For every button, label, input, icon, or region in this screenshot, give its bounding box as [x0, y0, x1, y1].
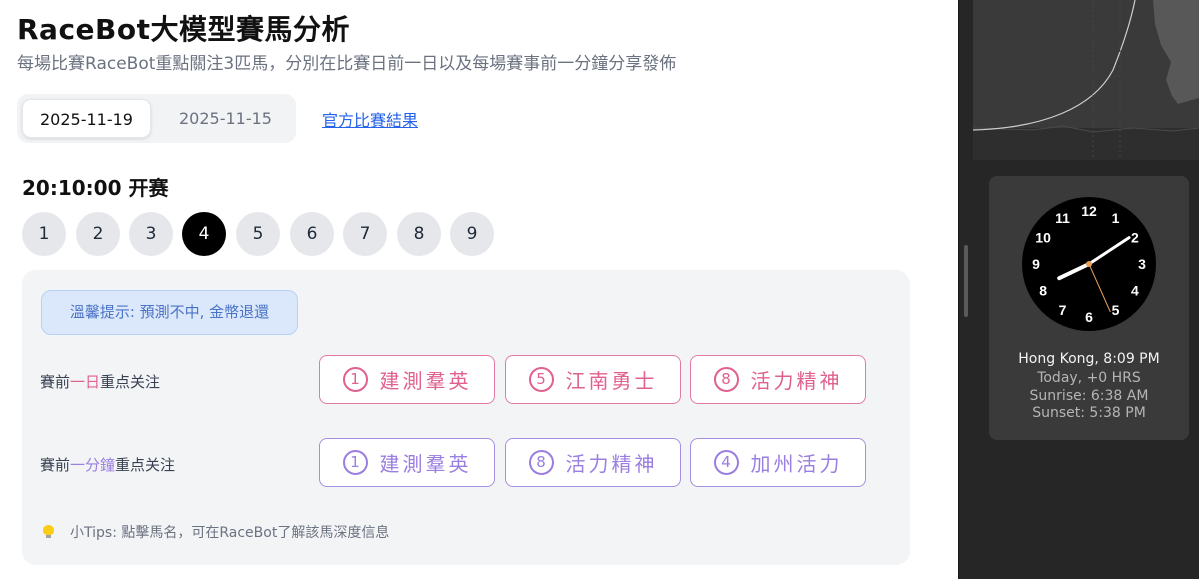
day-before-pick-2[interactable]: 5 江南勇士: [505, 355, 681, 404]
race-button-9[interactable]: 9: [450, 212, 494, 256]
analysis-panel: 溫馨提示: 預測不中, 金幣退還 賽前一日重点关注 1 建測羣英 5 江南勇士 …: [22, 270, 910, 565]
horse-name: 加州活力: [750, 452, 843, 476]
page-title: RaceBot大模型賽馬分析: [17, 13, 351, 46]
race-button-5[interactable]: 5: [236, 212, 280, 256]
world-map-graphic: [973, 0, 1199, 160]
horse-number-badge: 8: [528, 450, 554, 475]
clock-numeral: 4: [1131, 283, 1139, 299]
clock-center-dot: [1086, 261, 1092, 267]
day-before-label-highlight: 一日: [70, 373, 101, 391]
clock-city-time: Hong Kong, 8:09 PM: [1018, 351, 1160, 367]
clock-numeral: 11: [1055, 210, 1070, 226]
race-button-3[interactable]: 3: [129, 212, 173, 256]
clock-numeral: 9: [1032, 256, 1040, 272]
clock-numeral: 3: [1138, 256, 1146, 272]
lightbulb-icon: [42, 525, 54, 539]
clock-offset: Today, +0 HRS: [1037, 370, 1141, 386]
clock-sunrise: Sunrise: 6:38 AM: [1029, 388, 1149, 404]
horse-number-badge: 1: [342, 450, 368, 475]
clock-numeral: 6: [1085, 309, 1093, 325]
page-subtitle: 每場比賽RaceBot重點關注3匹馬，分別在比賽日前一日以及每場賽事前一分鐘分享…: [17, 54, 677, 74]
race-button-1[interactable]: 1: [22, 212, 66, 256]
scrollbar-handle[interactable]: [964, 245, 968, 317]
clock-numeral: 1: [1112, 210, 1120, 226]
horse-name: 活力精神: [750, 369, 843, 393]
horse-number-badge: 4: [713, 450, 739, 475]
race-button-2[interactable]: 2: [76, 212, 120, 256]
tips-text: 小Tips: 點擊馬名，可在RaceBot了解該馬深度信息: [70, 525, 390, 541]
tips-row: 小Tips: 點擊馬名，可在RaceBot了解該馬深度信息: [42, 522, 389, 542]
horse-name: 江南勇士: [565, 369, 658, 393]
day-before-pick-3[interactable]: 8 活力精神: [690, 355, 866, 404]
race-button-6[interactable]: 6: [290, 212, 334, 256]
race-start-time: 20:10:00 开赛: [22, 176, 169, 200]
horse-number-badge: 5: [528, 367, 554, 392]
clock-numeral: 10: [1035, 230, 1051, 246]
horse-name: 活力精神: [565, 452, 658, 476]
minute-before-pick-1[interactable]: 1 建測羣英: [319, 438, 495, 487]
clock-numeral: 5: [1112, 302, 1120, 318]
analog-clock-icon: 12 12 3 45 6 78 9 1011: [1022, 197, 1156, 331]
race-button-7[interactable]: 7: [343, 212, 387, 256]
refund-notice: 溫馨提示: 預測不中, 金幣退還: [41, 290, 298, 335]
world-map-widget: [973, 0, 1199, 160]
minute-before-label: 賽前一分鐘重点关注: [40, 454, 175, 475]
minute-before-pick-3[interactable]: 4 加州活力: [690, 438, 866, 487]
clock-numeral: 12: [1081, 203, 1097, 219]
race-button-4[interactable]: 4: [182, 212, 226, 256]
date-tab-inactive[interactable]: 2025-11-15: [163, 99, 288, 138]
day-before-pick-1[interactable]: 1 建測羣英: [319, 355, 495, 404]
minute-before-pick-2[interactable]: 8 活力精神: [505, 438, 681, 487]
clock-numeral: 8: [1039, 283, 1047, 299]
horse-name: 建測羣英: [379, 369, 472, 393]
clock-sunset: Sunset: 5:38 PM: [1032, 405, 1146, 421]
date-selector: 2025-11-19 2025-11-15: [17, 94, 296, 143]
minute-before-label-prefix: 賽前: [40, 456, 71, 474]
main-content: RaceBot大模型賽馬分析 每場比賽RaceBot重點關注3匹馬，分別在比賽日…: [0, 0, 958, 579]
horse-number-badge: 1: [342, 367, 368, 392]
clock-numeral: 7: [1059, 302, 1067, 318]
minute-before-label-suffix: 重点关注: [115, 456, 176, 474]
day-before-label: 賽前一日重点关注: [40, 371, 160, 392]
clock-numeral: 2: [1131, 230, 1139, 246]
race-button-8[interactable]: 8: [397, 212, 441, 256]
date-tab-active[interactable]: 2025-11-19: [22, 99, 151, 138]
day-before-label-suffix: 重点关注: [100, 373, 161, 391]
horse-number-badge: 8: [713, 367, 739, 392]
minute-before-label-highlight: 一分鐘: [70, 456, 116, 474]
day-before-label-prefix: 賽前: [40, 373, 71, 391]
horse-name: 建測羣英: [379, 452, 472, 476]
official-results-link[interactable]: 官方比賽結果: [322, 107, 418, 131]
